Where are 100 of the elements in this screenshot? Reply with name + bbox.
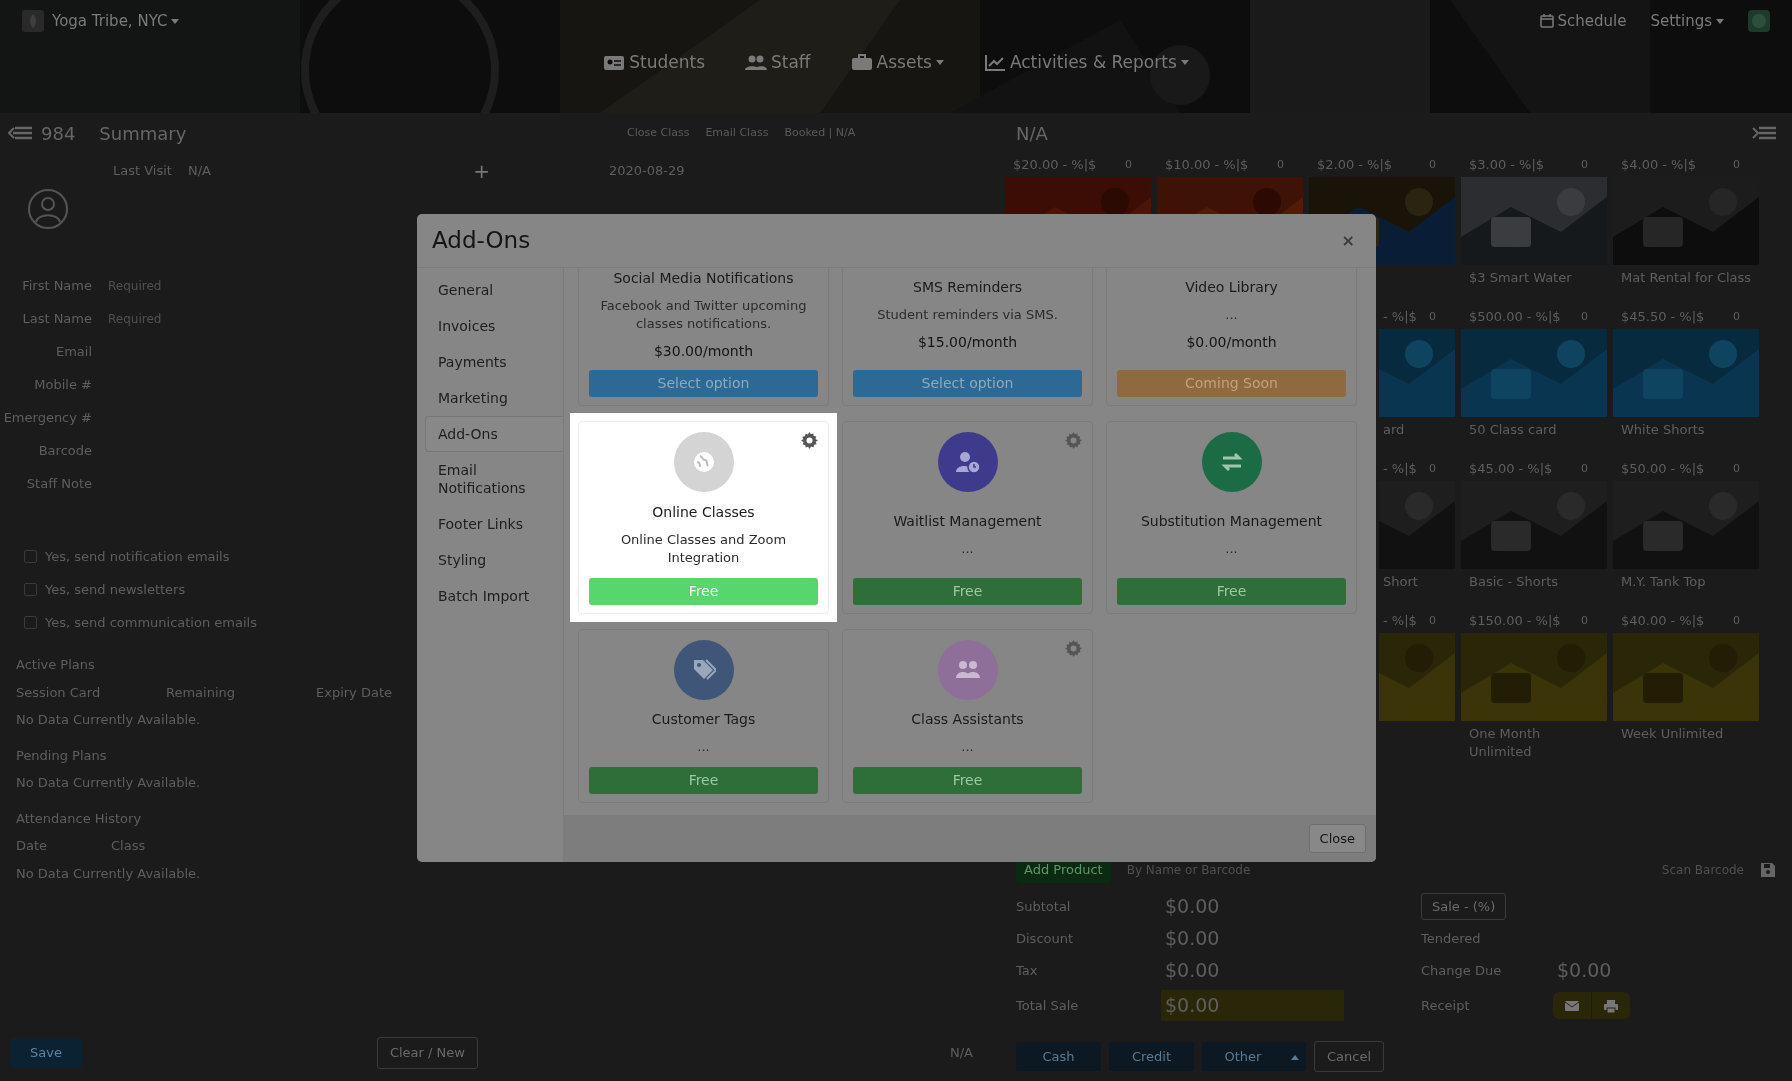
class-link[interactable]: Email Class	[705, 124, 769, 142]
calendar-icon	[1539, 14, 1554, 28]
user-clock-icon	[955, 450, 980, 474]
addon-price: $15.00/month	[916, 333, 1019, 352]
clear-button[interactable]: Clear / New	[376, 1037, 478, 1069]
product-name: One Month Unlimited	[1468, 725, 1542, 761]
addon-description: ...	[696, 738, 711, 756]
addon-description: Online Classes and Zoom Integration	[619, 530, 788, 567]
quantity-text: 0	[1733, 308, 1740, 325]
receipt-label: Receipt	[1421, 996, 1471, 1015]
avatar-icon[interactable]	[1748, 10, 1770, 32]
close-button[interactable]: Close	[1308, 823, 1366, 854]
addon-button[interactable]: Free	[589, 767, 818, 794]
settings-menu-item[interactable]: Invoices	[425, 308, 563, 344]
discount-text: - %|$	[1062, 156, 1097, 175]
nav-link[interactable]: Activities & Reports	[975, 50, 1197, 76]
payment-button[interactable]: Other	[1202, 1041, 1284, 1071]
status-text: N/A	[949, 1044, 973, 1063]
swap-arrows-icon	[1219, 450, 1244, 474]
discount-text: - %|$	[1670, 612, 1705, 631]
quantity-text: 0	[1733, 612, 1740, 629]
price-text: $45.50	[1621, 308, 1667, 327]
quantity-text: 0	[1429, 308, 1436, 325]
payment-button[interactable]: Credit	[1109, 1041, 1194, 1071]
settings-menu-item[interactable]: Marketing	[425, 380, 563, 416]
menu-icon[interactable]	[1751, 125, 1776, 141]
header-link[interactable]: Schedule	[1539, 9, 1627, 33]
addon-button[interactable]: Free	[853, 767, 1082, 794]
product-name: $3 Smart Water	[1468, 269, 1573, 287]
addon-button[interactable]: Select option	[853, 370, 1082, 397]
price-text: $500.00	[1469, 308, 1523, 327]
quantity-text: 0	[1125, 156, 1132, 173]
checkbox[interactable]	[24, 550, 37, 563]
quantity-text: 0	[1581, 612, 1588, 629]
settings-menu-item[interactable]: Footer Links	[425, 506, 563, 542]
column-header: Remaining	[166, 683, 237, 702]
checkbox-label: Yes, send communication emails	[45, 613, 257, 632]
menu-icon[interactable]	[8, 125, 33, 141]
price-text: $2.00	[1317, 156, 1355, 175]
discount-text: - %|$	[1670, 460, 1705, 479]
section-title: Attendance History	[16, 809, 143, 828]
quantity-text: 0	[1429, 460, 1436, 477]
email-button[interactable]	[1553, 992, 1591, 1019]
field-value: N/A	[187, 162, 212, 181]
addon-button[interactable]: Free	[853, 578, 1082, 605]
field-label: Last Visit	[113, 162, 172, 181]
class-link[interactable]: Close Class	[627, 124, 690, 142]
settings-menu-item[interactable]: Batch Import	[425, 578, 563, 614]
addon-title: Substitution Management	[1139, 511, 1324, 531]
total-value: $0.00	[1164, 894, 1221, 920]
dropdown-toggle[interactable]	[1284, 1041, 1306, 1071]
settings-menu-item[interactable]: Payments	[425, 344, 563, 380]
addon-button[interactable]: Coming Soon	[1117, 370, 1346, 397]
checkbox[interactable]	[24, 583, 37, 596]
addon-button[interactable]: Free	[1117, 578, 1346, 605]
checkbox-label: Yes, send newsletters	[45, 580, 186, 599]
addon-description: ...	[960, 738, 975, 756]
discount-text: - %|$	[1670, 308, 1705, 327]
product-name: Basic - Shorts	[1468, 573, 1560, 591]
print-button[interactable]	[1592, 992, 1630, 1019]
save-icon[interactable]	[1760, 861, 1776, 878]
settings-menu-item[interactable]: Styling	[425, 542, 563, 578]
save-button[interactable]: Save	[10, 1038, 82, 1068]
nav-link[interactable]: Students	[595, 50, 713, 76]
section-title: Active Plans	[16, 656, 96, 674]
empty-message: No Data Currently Available.	[16, 774, 202, 792]
class-link[interactable]: Booked | N/A	[784, 124, 856, 142]
brand-link[interactable]: Yoga Tribe, NYC	[52, 9, 180, 33]
settings-menu-item[interactable]: Add-Ons	[425, 416, 563, 452]
change-value: $0.00	[1556, 958, 1613, 984]
product-name: Mat Rental for Class	[1620, 269, 1753, 287]
total-label: Subtotal	[1016, 897, 1072, 916]
payment-button[interactable]: Cash	[1016, 1041, 1101, 1071]
addon-title: Waitlist Management	[892, 511, 1043, 531]
header-link[interactable]: Settings	[1650, 9, 1724, 33]
quantity-text: 0	[1733, 156, 1740, 173]
price-text: $10.00	[1165, 156, 1211, 175]
discount-text: - %|$	[1383, 308, 1417, 327]
total-value: $0.00	[1164, 926, 1221, 952]
checkbox[interactable]	[24, 616, 37, 629]
settings-menu-item[interactable]: Email Notifications	[425, 452, 563, 506]
product-name: 50 Class card	[1468, 421, 1558, 439]
quantity-text: 0	[1581, 308, 1588, 325]
settings-menu-item[interactable]: General	[425, 272, 563, 308]
addon-button[interactable]: Select option	[589, 370, 818, 397]
modal-title: Add-Ons	[432, 226, 531, 256]
close-button[interactable]: ×	[1335, 227, 1361, 254]
column-header: Expiry Date	[316, 683, 393, 702]
avatar-icon	[28, 189, 68, 229]
settings-icon[interactable]	[801, 432, 818, 449]
discount-text: - %|$	[1383, 612, 1417, 631]
nav-link[interactable]: Assets	[842, 50, 952, 76]
quantity-text: 0	[1581, 156, 1588, 173]
price-text: $20.00	[1013, 156, 1059, 175]
cancel-button[interactable]: Cancel	[1314, 1040, 1385, 1072]
discount-text: - %|$	[1383, 460, 1417, 479]
add-button[interactable]: +	[473, 161, 490, 181]
sale-button[interactable]: Sale - (%)	[1421, 892, 1507, 921]
nav-link[interactable]: Staff	[737, 50, 819, 76]
printer-icon	[1604, 999, 1618, 1013]
